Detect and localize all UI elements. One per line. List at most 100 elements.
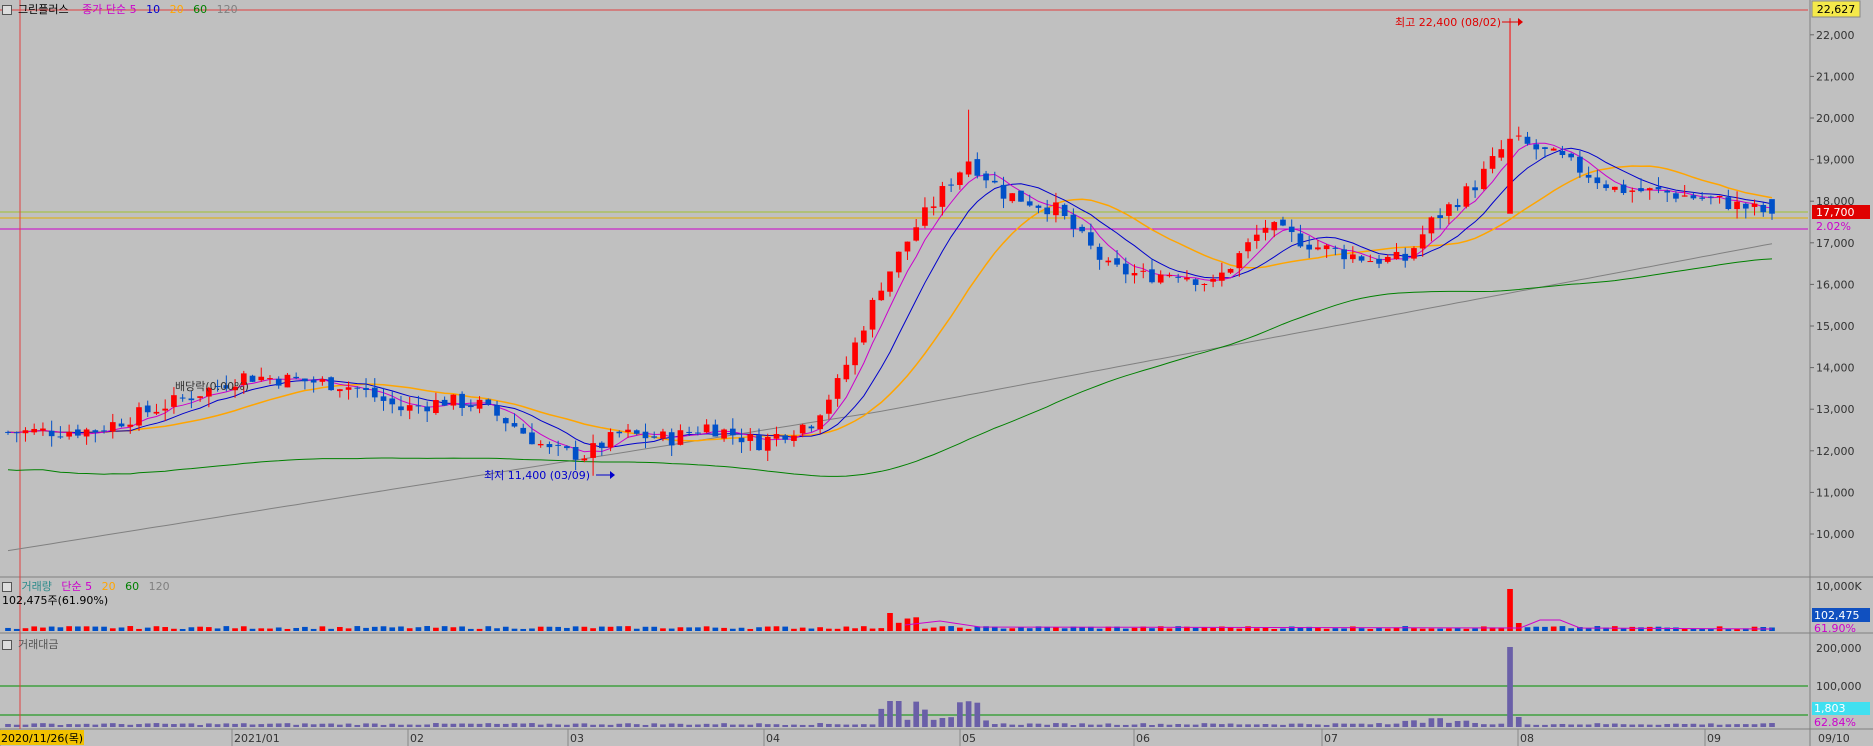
trading-value-bar <box>1428 718 1435 727</box>
volume-bar <box>1053 627 1059 631</box>
panel-toggle-icon[interactable] <box>2 582 12 592</box>
trading-value-bar <box>590 724 596 727</box>
trading-value-bar <box>1253 724 1260 727</box>
volume-bar <box>852 628 858 631</box>
candle-body <box>441 399 448 406</box>
candle-body <box>1402 253 1409 261</box>
legend-ma120[interactable]: 120 <box>217 3 238 16</box>
candle-body <box>860 330 867 343</box>
candle-body <box>729 428 736 436</box>
trading-value-bar <box>1096 724 1103 727</box>
candle-body <box>834 378 841 399</box>
legend-vol-ma120[interactable]: 120 <box>149 580 170 593</box>
trading-value-bar <box>1140 723 1147 727</box>
candle-body <box>808 426 815 429</box>
trading-value-bar <box>380 724 387 727</box>
trading-value-bar <box>171 724 177 727</box>
volume-bar <box>494 628 500 631</box>
volume-bar <box>240 626 247 631</box>
trading-value-bar <box>310 724 317 727</box>
candle-body <box>764 436 771 451</box>
candle-body <box>983 173 989 181</box>
volume-bar <box>1227 627 1234 631</box>
trading-value-bar <box>1507 647 1513 727</box>
volume-bar <box>1646 626 1653 631</box>
legend-ma10[interactable]: 10 <box>146 3 160 16</box>
legend-ma5[interactable]: 종가 단순 5 <box>82 3 136 16</box>
candle-body <box>1236 253 1243 269</box>
trading-value-bar <box>75 724 81 727</box>
candle-body <box>1245 242 1251 252</box>
trading-value-bar <box>1210 723 1216 727</box>
volume-bar <box>319 626 326 631</box>
amount-badge-text: 1,803 <box>1814 702 1846 715</box>
panel-toggle-icon[interactable] <box>2 5 12 15</box>
volume-bar <box>1131 627 1138 631</box>
legend-ma60[interactable]: 60 <box>193 3 207 16</box>
y-tick-label: 10,000K <box>1816 580 1862 593</box>
trading-value-bar <box>598 724 605 727</box>
trading-value-bar <box>1760 723 1767 727</box>
trading-value-bar <box>232 723 238 727</box>
volume-bar <box>1009 628 1016 631</box>
candle-body <box>1585 174 1592 178</box>
legend-vol-ma60[interactable]: 60 <box>125 580 139 593</box>
candle-body <box>712 424 719 437</box>
trading-value-bar <box>1515 717 1522 727</box>
trading-value-bar <box>415 724 422 727</box>
trading-value-bar <box>1026 723 1033 727</box>
candle-body <box>1384 256 1391 262</box>
legend-ma20[interactable]: 20 <box>170 3 184 16</box>
candle-body <box>991 180 998 183</box>
volume-bar <box>1559 626 1566 631</box>
trading-value-bar <box>101 723 107 727</box>
trading-value-bar <box>1542 724 1548 727</box>
trading-value-bar <box>1122 724 1129 727</box>
volume-bar <box>660 628 666 631</box>
x-tick-label: 07 <box>1324 732 1338 745</box>
trading-value-bar <box>1725 724 1732 727</box>
candle-body <box>1577 156 1583 173</box>
trading-value-bar <box>843 724 850 727</box>
candle-body <box>590 443 596 458</box>
volume-bar <box>5 627 11 631</box>
trading-value-bar <box>1009 724 1016 727</box>
volume-bar <box>572 626 579 631</box>
candle-body <box>904 241 911 252</box>
volume-bar <box>293 627 300 631</box>
volume-bar <box>48 626 55 631</box>
trading-value-bar <box>83 723 90 727</box>
chart-canvas[interactable]: 22,00021,00020,00019,00018,00017,00016,0… <box>0 0 1873 746</box>
candle-body <box>275 378 282 386</box>
volume-bar <box>782 626 789 631</box>
trading-value-bar <box>529 723 535 727</box>
trading-value-bar <box>136 724 142 727</box>
volume-bar <box>1542 626 1548 631</box>
volume-bar <box>1376 627 1382 631</box>
trading-value-bar <box>1184 724 1190 727</box>
trading-value-bar <box>1708 723 1714 727</box>
candle-body <box>581 458 588 461</box>
candle-body <box>1349 254 1356 260</box>
candle-body <box>799 424 806 434</box>
candle-body <box>1166 275 1173 277</box>
trading-value-bar <box>1018 724 1024 727</box>
trading-value-bar <box>1175 724 1182 727</box>
volume-bar <box>1402 626 1409 631</box>
trading-value-bar <box>1367 724 1374 727</box>
volume-bar <box>345 628 352 631</box>
candle-body <box>747 434 754 441</box>
panel-toggle-icon[interactable] <box>2 640 12 650</box>
trading-value-bar <box>1594 723 1601 727</box>
candle-body <box>66 431 72 437</box>
candle-body <box>1716 195 1723 198</box>
candle-body <box>302 378 308 382</box>
trading-value-bar <box>738 724 745 727</box>
volume-bar <box>860 626 867 631</box>
candle-body <box>520 427 527 434</box>
candle-body <box>1533 144 1540 150</box>
candle-body <box>380 396 387 401</box>
y-tick-label: 200,000 <box>1816 642 1862 655</box>
candle-body <box>406 405 413 411</box>
volume-bar <box>817 627 823 631</box>
